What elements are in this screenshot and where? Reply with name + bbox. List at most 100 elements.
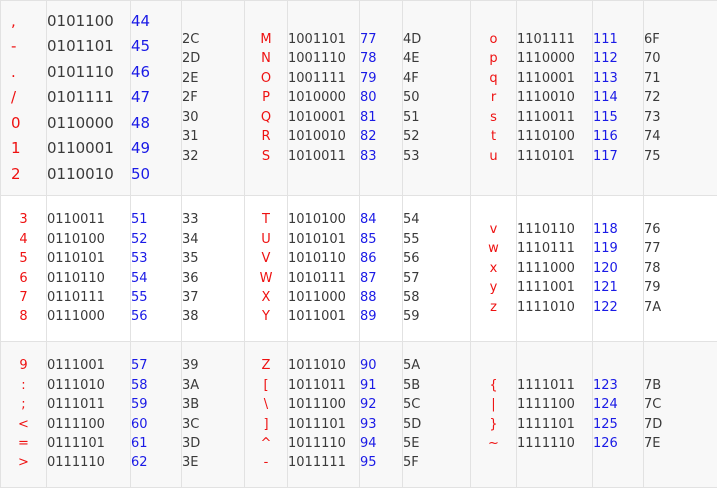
binary-value: 1011011 (288, 376, 359, 395)
decimal-value: 115 (593, 108, 643, 127)
binary-value: 1001101 (288, 30, 359, 49)
binary-value: 0101101 (47, 34, 130, 60)
decimal-value: 56 (131, 307, 181, 326)
ascii-char: { (471, 376, 516, 395)
binary-value: 0111110 (47, 453, 130, 472)
hex-value: 56 (403, 249, 470, 268)
hex-value: 78 (644, 259, 717, 278)
decimal-value: 59 (131, 395, 181, 414)
ascii-char: [ (245, 376, 287, 395)
hex-value: 58 (403, 288, 470, 307)
ascii-char: \ (245, 395, 287, 414)
binary-value: 1110011 (517, 108, 592, 127)
hex-value: 79 (644, 278, 717, 297)
binary-value: 0110001 (47, 136, 130, 162)
binary-value: 1010110 (288, 249, 359, 268)
hex-value: 7B (644, 376, 717, 395)
ascii-char: 1 (11, 136, 46, 162)
char-cell: TUVWXY (245, 196, 288, 342)
binary-value: 0110010 (47, 162, 130, 188)
decimal-value: 48 (131, 111, 181, 137)
ascii-char: P (245, 88, 287, 107)
hex-value: 7E (644, 434, 717, 453)
hex-value: 71 (644, 69, 717, 88)
binary-value: 1011001 (288, 307, 359, 326)
ascii-char: 0 (11, 111, 46, 137)
decimal-value: 92 (360, 395, 402, 414)
hex-cell: 7B7C7D7E (644, 342, 717, 488)
binary-value: 1011111 (288, 453, 359, 472)
binary-value: 0110011 (47, 210, 130, 229)
decimal-cell: 123124125126 (593, 342, 644, 488)
decimal-cell: 848586878889 (360, 196, 403, 342)
hex-value: 7C (644, 395, 717, 414)
ascii-char: M (245, 30, 287, 49)
binary-value: 0101100 (47, 9, 130, 35)
hex-value: 5F (403, 453, 470, 472)
hex-value: 2F (182, 88, 244, 107)
hex-cell: 5A5B5C5D5E5F (403, 342, 471, 488)
hex-value: 53 (403, 147, 470, 166)
binary-cell: 1101111111000011100011110010111001111101… (517, 1, 593, 196)
ascii-char: 7 (1, 288, 46, 307)
ascii-char: V (245, 249, 287, 268)
hex-value: 51 (403, 108, 470, 127)
decimal-value: 114 (593, 88, 643, 107)
binary-value: 0110110 (47, 269, 130, 288)
hex-value: 4E (403, 49, 470, 68)
ascii-char: 8 (1, 307, 46, 326)
table-row: ,-./012 01011000101101010111001011110110… (1, 1, 717, 196)
hex-value: 7A (644, 298, 717, 317)
binary-value: 0110000 (47, 111, 130, 137)
ascii-char: Y (245, 307, 287, 326)
binary-value: 1101111 (517, 30, 592, 49)
binary-value: 1110000 (517, 49, 592, 68)
ascii-char: R (245, 127, 287, 146)
binary-value: 1110001 (517, 69, 592, 88)
hex-cell: 545556575859 (403, 196, 471, 342)
decimal-value: 94 (360, 434, 402, 453)
hex-value: 57 (403, 269, 470, 288)
ascii-char: Q (245, 108, 287, 127)
decimal-value: 53 (131, 249, 181, 268)
hex-value: 4F (403, 69, 470, 88)
binary-value: 1010000 (288, 88, 359, 107)
hex-cell: 4D4E4F50515253 (403, 1, 471, 196)
hex-value: 74 (644, 127, 717, 146)
binary-value: 0111010 (47, 376, 130, 395)
hex-value: 3C (182, 415, 244, 434)
binary-value: 1111010 (517, 298, 592, 317)
ascii-char: r (471, 88, 516, 107)
ascii-char: ] (245, 415, 287, 434)
hex-value: 70 (644, 49, 717, 68)
hex-value: 2D (182, 49, 244, 68)
char-cell: MNOPQRS (245, 1, 288, 196)
binary-value: 1111001 (517, 278, 592, 297)
table-row: 9:;<=> 011100101110100111011011110001111… (1, 342, 717, 488)
ascii-char: 5 (1, 249, 46, 268)
ascii-char: s (471, 108, 516, 127)
hex-cell: 767778797A (644, 196, 717, 342)
decimal-value: 126 (593, 434, 643, 453)
hex-value: 75 (644, 147, 717, 166)
binary-value: 0111000 (47, 307, 130, 326)
hex-cell: 333435363738 (182, 196, 245, 342)
ascii-char: q (471, 69, 516, 88)
decimal-value: 50 (131, 162, 181, 188)
binary-value: 0110101 (47, 249, 130, 268)
decimal-value: 51 (131, 210, 181, 229)
decimal-value: 90 (360, 356, 402, 375)
ascii-char: } (471, 415, 516, 434)
ascii-char: u (471, 147, 516, 166)
hex-value: 2C (182, 30, 244, 49)
decimal-value: 121 (593, 278, 643, 297)
binary-cell: 1010100101010110101101010111101100010110… (288, 196, 360, 342)
decimal-value: 120 (593, 259, 643, 278)
binary-value: 1011110 (288, 434, 359, 453)
binary-cell: 0110011011010001101010110110011011101110… (47, 196, 131, 342)
decimal-value: 55 (131, 288, 181, 307)
decimal-value: 124 (593, 395, 643, 414)
hex-value: 34 (182, 230, 244, 249)
hex-value: 3B (182, 395, 244, 414)
ascii-char: | (471, 395, 516, 414)
